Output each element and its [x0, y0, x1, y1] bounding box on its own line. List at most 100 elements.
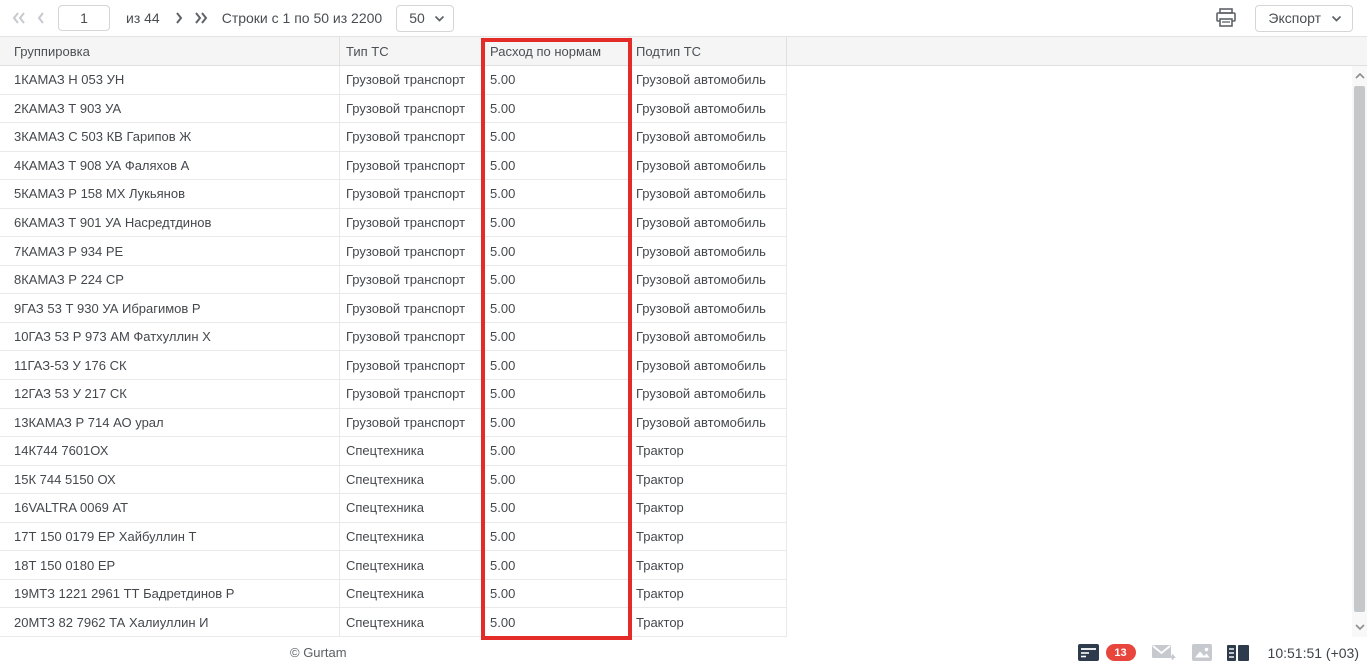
- cell-group[interactable]: 18Т 150 0180 ЕР: [0, 551, 340, 580]
- cell-group[interactable]: 16VALTRA 0069 АТ: [0, 494, 340, 523]
- cell-subtype[interactable]: Трактор: [630, 466, 787, 495]
- cell-type[interactable]: Спецтехника: [340, 437, 484, 466]
- cell-subtype[interactable]: Грузовой автомобиль: [630, 351, 787, 380]
- cell-group[interactable]: 7КАМАЗ Р 934 РЕ: [0, 237, 340, 266]
- cell-rate[interactable]: 5.00: [484, 608, 630, 637]
- table-row[interactable]: 17Т 150 0179 ЕР Хайбуллин Т Спецтехника …: [0, 523, 1352, 552]
- cell-group[interactable]: 12ГАЗ 53 У 217 СК: [0, 380, 340, 409]
- table-row[interactable]: 12ГАЗ 53 У 217 СК Грузовой транспорт 5.0…: [0, 380, 1352, 409]
- cell-subtype[interactable]: Трактор: [630, 494, 787, 523]
- cell-subtype[interactable]: Грузовой автомобиль: [630, 123, 787, 152]
- table-row[interactable]: 13КАМАЗ Р 714 АО урал Грузовой транспорт…: [0, 409, 1352, 438]
- cell-rate[interactable]: 5.00: [484, 266, 630, 295]
- cell-rate[interactable]: 5.00: [484, 237, 630, 266]
- table-row[interactable]: 4КАМАЗ Т 908 УА Фаляхов А Грузовой транс…: [0, 152, 1352, 181]
- cell-group[interactable]: 4КАМАЗ Т 908 УА Фаляхов А: [0, 152, 340, 181]
- cell-type[interactable]: Спецтехника: [340, 608, 484, 637]
- notifications-button[interactable]: [1078, 644, 1099, 661]
- cell-subtype[interactable]: Грузовой автомобиль: [630, 294, 787, 323]
- next-page-button[interactable]: [168, 7, 190, 29]
- cell-group[interactable]: 17Т 150 0179 ЕР Хайбуллин Т: [0, 523, 340, 552]
- cell-rate[interactable]: 5.00: [484, 551, 630, 580]
- cell-type[interactable]: Грузовой транспорт: [340, 323, 484, 352]
- cell-type[interactable]: Спецтехника: [340, 580, 484, 609]
- cell-group[interactable]: 15К 744 5150 ОХ: [0, 466, 340, 495]
- table-row[interactable]: 5КАМАЗ Р 158 МХ Лукьянов Грузовой трансп…: [0, 180, 1352, 209]
- cell-rate[interactable]: 5.00: [484, 494, 630, 523]
- cell-subtype[interactable]: Трактор: [630, 523, 787, 552]
- cell-type[interactable]: Грузовой транспорт: [340, 209, 484, 238]
- cell-subtype[interactable]: Трактор: [630, 608, 787, 637]
- cell-subtype[interactable]: Грузовой автомобиль: [630, 409, 787, 438]
- cell-rate[interactable]: 5.00: [484, 294, 630, 323]
- cell-subtype[interactable]: Грузовой автомобиль: [630, 209, 787, 238]
- cell-type[interactable]: Спецтехника: [340, 466, 484, 495]
- cell-group[interactable]: 11ГАЗ-53 У 176 СК: [0, 351, 340, 380]
- column-header-subtype[interactable]: Подтип ТС: [630, 37, 787, 65]
- cell-group[interactable]: 10ГАЗ 53 Р 973 АМ Фатхуллин Х: [0, 323, 340, 352]
- table-row[interactable]: 14К744 7601ОХ Спецтехника 5.00 Трактор: [0, 437, 1352, 466]
- cell-rate[interactable]: 5.00: [484, 351, 630, 380]
- cell-rate[interactable]: 5.00: [484, 66, 630, 95]
- column-header-type[interactable]: Тип ТС: [340, 37, 484, 65]
- cell-subtype[interactable]: Грузовой автомобиль: [630, 237, 787, 266]
- cell-group[interactable]: 19МТЗ 1221 2961 ТТ Бадретдинов Р: [0, 580, 340, 609]
- cell-rate[interactable]: 5.00: [484, 523, 630, 552]
- cell-rate[interactable]: 5.00: [484, 95, 630, 124]
- cell-subtype[interactable]: Грузовой автомобиль: [630, 95, 787, 124]
- cell-type[interactable]: Грузовой транспорт: [340, 380, 484, 409]
- cell-rate[interactable]: 5.00: [484, 323, 630, 352]
- cell-type[interactable]: Спецтехника: [340, 551, 484, 580]
- cell-type[interactable]: Грузовой транспорт: [340, 294, 484, 323]
- first-page-button[interactable]: [8, 7, 30, 29]
- column-header-rate[interactable]: Расход по нормам: [484, 37, 630, 65]
- notifications-badge[interactable]: 13: [1106, 644, 1136, 661]
- table-row[interactable]: 7КАМАЗ Р 934 РЕ Грузовой транспорт 5.00 …: [0, 237, 1352, 266]
- cell-subtype[interactable]: Грузовой автомобиль: [630, 266, 787, 295]
- page-number-input[interactable]: [58, 5, 110, 31]
- export-button[interactable]: Экспорт: [1255, 5, 1353, 32]
- cell-subtype[interactable]: Грузовой автомобиль: [630, 66, 787, 95]
- table-row[interactable]: 16VALTRA 0069 АТ Спецтехника 5.00 Тракто…: [0, 494, 1352, 523]
- scroll-up-button[interactable]: [1352, 68, 1367, 84]
- cell-subtype[interactable]: Грузовой автомобиль: [630, 152, 787, 181]
- page-size-select[interactable]: 50: [396, 5, 454, 32]
- cell-group[interactable]: 9ГАЗ 53 Т 930 УА Ибрагимов Р: [0, 294, 340, 323]
- cell-rate[interactable]: 5.00: [484, 123, 630, 152]
- table-row[interactable]: 3КАМАЗ С 503 КВ Гарипов Ж Грузовой транс…: [0, 123, 1352, 152]
- cell-group[interactable]: 5КАМАЗ Р 158 МХ Лукьянов: [0, 180, 340, 209]
- table-row[interactable]: 18Т 150 0180 ЕР Спецтехника 5.00 Трактор: [0, 551, 1352, 580]
- cell-type[interactable]: Грузовой транспорт: [340, 95, 484, 124]
- table-row[interactable]: 9ГАЗ 53 Т 930 УА Ибрагимов Р Грузовой тр…: [0, 294, 1352, 323]
- scroll-down-button[interactable]: [1352, 619, 1367, 635]
- cell-rate[interactable]: 5.00: [484, 180, 630, 209]
- cell-group[interactable]: 20МТЗ 82 7962 ТА Халиуллин И: [0, 608, 340, 637]
- table-row[interactable]: 20МТЗ 82 7962 ТА Халиуллин И Спецтехника…: [0, 608, 1352, 637]
- cell-rate[interactable]: 5.00: [484, 580, 630, 609]
- table-row[interactable]: 11ГАЗ-53 У 176 СК Грузовой транспорт 5.0…: [0, 351, 1352, 380]
- print-button[interactable]: [1213, 5, 1239, 31]
- cell-group[interactable]: 6КАМАЗ Т 901 УА Насредтдинов: [0, 209, 340, 238]
- table-row[interactable]: 6КАМАЗ Т 901 УА Насредтдинов Грузовой тр…: [0, 209, 1352, 238]
- media-button[interactable]: [1192, 644, 1212, 661]
- cell-rate[interactable]: 5.00: [484, 152, 630, 181]
- column-header-group[interactable]: Группировка: [0, 37, 340, 65]
- layout-toggle-button[interactable]: [1227, 645, 1249, 661]
- table-row[interactable]: 2КАМАЗ Т 903 УА Грузовой транспорт 5.00 …: [0, 95, 1352, 124]
- cell-group[interactable]: 2КАМАЗ Т 903 УА: [0, 95, 340, 124]
- messages-button[interactable]: [1151, 644, 1177, 662]
- cell-type[interactable]: Спецтехника: [340, 494, 484, 523]
- cell-subtype[interactable]: Трактор: [630, 580, 787, 609]
- cell-type[interactable]: Спецтехника: [340, 523, 484, 552]
- cell-group[interactable]: 1КАМАЗ Н 053 УН: [0, 66, 340, 95]
- cell-rate[interactable]: 5.00: [484, 409, 630, 438]
- table-row[interactable]: 19МТЗ 1221 2961 ТТ Бадретдинов Р Спецтех…: [0, 580, 1352, 609]
- table-row[interactable]: 10ГАЗ 53 Р 973 АМ Фатхуллин Х Грузовой т…: [0, 323, 1352, 352]
- cell-group[interactable]: 8КАМАЗ Р 224 СР: [0, 266, 340, 295]
- cell-type[interactable]: Грузовой транспорт: [340, 266, 484, 295]
- cell-type[interactable]: Грузовой транспорт: [340, 180, 484, 209]
- prev-page-button[interactable]: [30, 7, 52, 29]
- cell-type[interactable]: Грузовой транспорт: [340, 152, 484, 181]
- cell-group[interactable]: 13КАМАЗ Р 714 АО урал: [0, 409, 340, 438]
- cell-type[interactable]: Грузовой транспорт: [340, 351, 484, 380]
